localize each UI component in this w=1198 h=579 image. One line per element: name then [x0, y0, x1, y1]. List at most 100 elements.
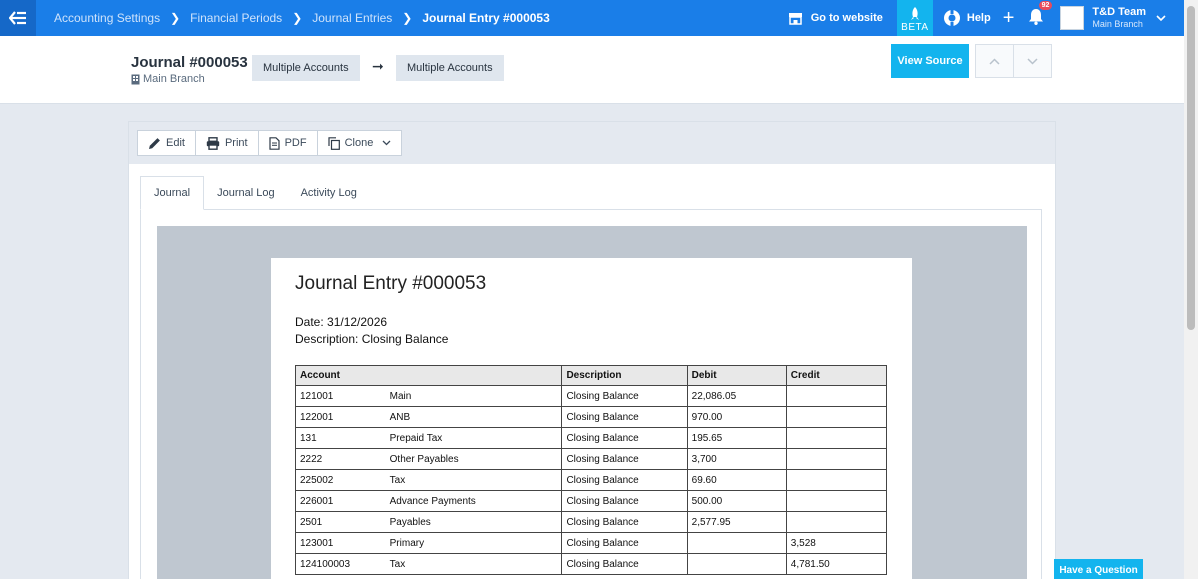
cell-description: Closing Balance — [561, 448, 688, 470]
page-scrollbar[interactable] — [1184, 0, 1198, 579]
pdf-button[interactable]: PDF — [258, 130, 318, 156]
cell-description: Closing Balance — [561, 490, 688, 512]
clone-label: Clone — [344, 137, 374, 149]
top-nav-bar: Accounting Settings ❯ Financial Periods … — [0, 0, 1184, 36]
breadcrumb-accounting-settings[interactable]: Accounting Settings — [54, 11, 160, 25]
tab-journal[interactable]: Journal — [140, 176, 205, 210]
cell-description: Closing Balance — [561, 511, 688, 533]
cell-code: 122001 — [294, 406, 386, 428]
tab-bar: Journal Journal Log Activity Log — [140, 176, 1042, 210]
tab-journal-log[interactable]: Journal Log — [204, 176, 288, 210]
branch-indicator: Main Branch — [131, 73, 205, 85]
printer-icon — [206, 136, 220, 150]
page-header: Journal #000053 Main Branch Multiple Acc… — [0, 36, 1184, 104]
menu-arrow-left-icon — [9, 11, 26, 25]
cell-credit — [785, 448, 888, 470]
arrow-right-icon: ➞ — [372, 58, 384, 74]
table-row: 2222 Other Payables Closing Balance 3,700 — [294, 448, 888, 470]
cell-name: Advance Payments — [385, 490, 563, 512]
menu-toggle-button[interactable] — [0, 0, 36, 36]
cell-credit — [785, 469, 888, 491]
notifications-button[interactable]: 92 — [1028, 1, 1053, 28]
cell-debit: 3,700 — [686, 448, 787, 470]
cell-name: Tax — [385, 553, 563, 575]
tab-activity-log[interactable]: Activity Log — [288, 176, 370, 210]
cell-credit — [785, 511, 888, 533]
chevron-down-icon — [1156, 14, 1166, 21]
cell-name: Tax — [385, 469, 563, 491]
previous-record-button[interactable] — [976, 45, 1013, 77]
cell-debit — [686, 553, 787, 575]
page-title: Journal #000053 — [131, 54, 248, 71]
have-a-question-button[interactable]: Have a Question — [1054, 559, 1143, 579]
table-row: 2501 Payables Closing Balance 2,577.95 — [294, 511, 888, 533]
add-new-button[interactable]: + — [1003, 7, 1015, 30]
cell-description: Closing Balance — [561, 553, 688, 575]
building-icon — [131, 74, 140, 84]
cell-credit — [785, 490, 888, 512]
column-header-description: Description — [561, 365, 688, 386]
storefront-icon — [788, 12, 802, 25]
cell-code: 2501 — [294, 511, 386, 533]
document-description: Description: Closing Balance — [295, 332, 449, 346]
table-row: 225002 Tax Closing Balance 69.60 — [294, 469, 888, 491]
cell-credit — [785, 385, 888, 407]
cell-name: Prepaid Tax — [385, 427, 563, 449]
cell-name: Other Payables — [385, 448, 563, 470]
chevron-right-icon: ❯ — [292, 11, 303, 25]
user-menu[interactable]: T&D Team Main Branch — [1060, 6, 1166, 30]
help-button[interactable]: Help — [943, 9, 991, 27]
column-header-account: Account — [294, 365, 563, 386]
journal-panel: Edit Print PDF Clone Journal Journal Log… — [128, 121, 1056, 579]
user-name: T&D Team — [1092, 6, 1146, 18]
table-row: 123001 Primary Closing Balance 3,528 — [294, 532, 888, 554]
table-row: 226001 Advance Payments Closing Balance 500… — [294, 490, 888, 512]
next-record-button[interactable] — [1013, 45, 1051, 77]
bell-icon — [1029, 9, 1044, 25]
breadcrumb: Accounting Settings ❯ Financial Periods … — [54, 0, 550, 36]
print-label: Print — [224, 137, 248, 149]
clone-button[interactable]: Clone — [317, 130, 403, 156]
cell-name: ANB — [385, 406, 563, 428]
document-date: Date: 31/12/2026 — [295, 315, 388, 329]
cell-code: 123001 — [294, 532, 386, 554]
go-to-website-label: Go to website — [810, 12, 883, 24]
print-button[interactable]: Print — [195, 130, 259, 156]
cell-code: 121001 — [294, 385, 386, 407]
cell-description: Closing Balance — [561, 469, 688, 491]
breadcrumb-current-page: Journal Entry #000053 — [422, 11, 550, 25]
breadcrumb-journal-entries[interactable]: Journal Entries — [312, 11, 392, 25]
chevron-up-icon — [989, 57, 1000, 65]
cell-name: Payables — [385, 511, 563, 533]
table-row: 124100003 Tax Closing Balance 4,781.50 — [294, 553, 888, 575]
table-row: 122001 ANB Closing Balance 970.00 — [294, 406, 888, 428]
beta-button[interactable]: BETA — [896, 0, 933, 36]
journal-entries-table: Account Description Debit Credit 121001 M… — [294, 365, 888, 575]
to-account-tag: Multiple Accounts — [396, 55, 504, 81]
cell-description: Closing Balance — [561, 532, 688, 554]
cell-credit — [785, 427, 888, 449]
cell-debit: 500.00 — [686, 490, 787, 512]
branch-label: Main Branch — [143, 73, 205, 85]
cell-name: Primary — [385, 532, 563, 554]
rocket-icon — [910, 7, 919, 20]
edit-label: Edit — [166, 137, 185, 149]
document-title: Journal Entry #000053 — [295, 273, 487, 294]
cell-debit: 195.65 — [686, 427, 787, 449]
scrollbar-thumb[interactable] — [1187, 6, 1195, 330]
cell-code: 131 — [294, 427, 386, 449]
breadcrumb-financial-periods[interactable]: Financial Periods — [190, 11, 282, 25]
cell-description: Closing Balance — [561, 427, 688, 449]
cell-debit — [686, 532, 787, 554]
copy-icon — [327, 136, 340, 150]
go-to-website-link[interactable]: Go to website — [788, 12, 883, 25]
user-branch: Main Branch — [1092, 19, 1143, 29]
lifebuoy-icon — [943, 9, 960, 27]
view-source-button[interactable]: View Source — [891, 44, 969, 78]
cell-name: Main — [385, 385, 563, 407]
cell-debit: 69.60 — [686, 469, 787, 491]
cell-credit: 3,528 — [785, 532, 888, 554]
table-row: 121001 Main Closing Balance 22,086.05 — [294, 385, 888, 407]
edit-button[interactable]: Edit — [137, 130, 196, 156]
column-header-debit: Debit — [686, 365, 787, 386]
